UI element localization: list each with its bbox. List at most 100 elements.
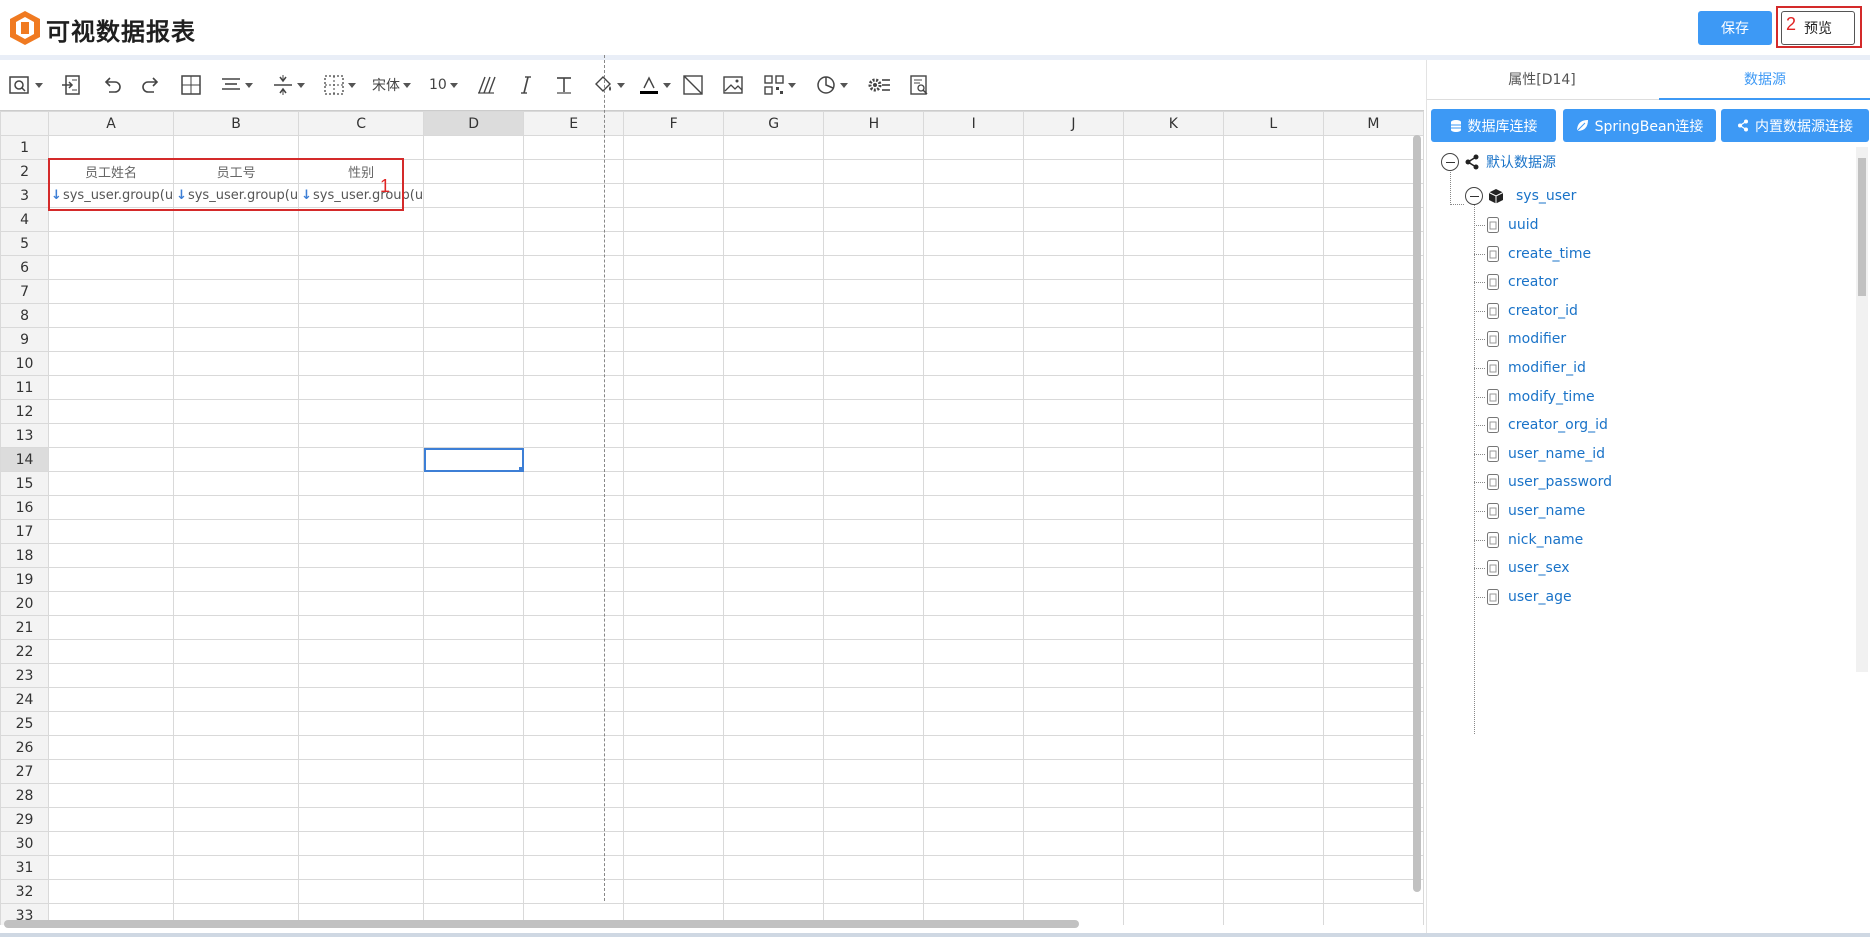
sheet-cell[interactable] <box>723 495 825 520</box>
sheet-cell[interactable] <box>523 591 625 616</box>
sheet-cell[interactable] <box>1322 615 1424 640</box>
sheet-cell[interactable] <box>1322 303 1424 328</box>
sheet-cell[interactable] <box>1122 903 1224 925</box>
sheet-cell[interactable] <box>923 879 1025 904</box>
sheet-cell[interactable] <box>1322 183 1424 208</box>
tree-field-item[interactable]: user_name_id <box>1487 443 1605 465</box>
header-cell[interactable]: 性别 <box>298 159 425 184</box>
sheet-cell[interactable] <box>523 399 625 424</box>
tree-field-item[interactable]: user_sex <box>1487 557 1569 579</box>
sheet-cell[interactable] <box>523 639 625 664</box>
sheet-cell[interactable] <box>823 183 925 208</box>
sheet-cell[interactable] <box>1222 207 1324 232</box>
sheet-cell[interactable] <box>298 327 425 352</box>
sheet-cell[interactable] <box>923 495 1025 520</box>
sheet-cell[interactable] <box>423 231 525 256</box>
sheet-cell[interactable] <box>423 207 525 232</box>
sheet-cell[interactable] <box>423 615 525 640</box>
undo-button[interactable] <box>101 72 123 98</box>
sheet-cell[interactable] <box>1222 399 1324 424</box>
sheet-cell[interactable] <box>823 759 925 784</box>
sheet-cell[interactable] <box>1322 903 1424 925</box>
sheet-cell[interactable] <box>623 639 725 664</box>
sheet-cell[interactable] <box>523 447 625 472</box>
sheet-cell[interactable] <box>48 807 175 832</box>
sheet-cell[interactable] <box>523 375 625 400</box>
sheet-cell[interactable] <box>1122 471 1224 496</box>
sheet-cell[interactable] <box>523 423 625 448</box>
sheet-cell[interactable] <box>1023 639 1124 664</box>
sheet-cell[interactable] <box>1322 351 1424 376</box>
sheet-cell[interactable] <box>1222 279 1324 304</box>
row-header[interactable]: 5 <box>0 231 50 256</box>
sheet-cell[interactable] <box>48 399 175 424</box>
sheet-cell[interactable] <box>623 519 725 544</box>
sheet-cell[interactable] <box>723 303 825 328</box>
sheet-cell[interactable] <box>923 159 1025 184</box>
row-header[interactable]: 9 <box>0 327 50 352</box>
sheet-cell[interactable] <box>298 519 425 544</box>
sheet-cell[interactable] <box>48 783 175 808</box>
sheet-cell[interactable] <box>1322 135 1424 160</box>
sheet-cell[interactable] <box>523 711 625 736</box>
grid-vertical-scrollbar[interactable] <box>1413 135 1421 892</box>
sheet-cell[interactable] <box>523 351 625 376</box>
sheet-cell[interactable] <box>1122 207 1224 232</box>
header-cell[interactable]: 员工姓名 <box>48 159 175 184</box>
sheet-cell[interactable] <box>298 687 425 712</box>
sheet-cell[interactable] <box>923 615 1025 640</box>
sheet-cell[interactable] <box>1322 255 1424 280</box>
sheet-cell[interactable] <box>823 543 925 568</box>
sheet-cell[interactable] <box>1322 399 1424 424</box>
sheet-cell[interactable] <box>423 519 525 544</box>
collapse-icon[interactable] <box>1465 187 1483 205</box>
sheet-cell[interactable] <box>298 663 425 688</box>
sheet-cell[interactable] <box>923 639 1025 664</box>
sheet-cell[interactable] <box>48 855 175 880</box>
sheet-cell[interactable] <box>523 471 625 496</box>
sheet-cell[interactable] <box>923 567 1025 592</box>
sheet-cell[interactable] <box>523 183 625 208</box>
sheet-cell[interactable] <box>1122 615 1224 640</box>
sheet-cell[interactable] <box>523 663 625 688</box>
sheet-cell[interactable] <box>823 495 925 520</box>
sheet-cell[interactable] <box>298 471 425 496</box>
sheet-cell[interactable] <box>1322 231 1424 256</box>
tree-field-item[interactable]: modifier <box>1487 328 1566 350</box>
sheet-cell[interactable] <box>1023 807 1124 832</box>
sheet-cell[interactable] <box>298 591 425 616</box>
sheet-cell[interactable] <box>1023 327 1124 352</box>
row-header[interactable]: 27 <box>0 759 50 784</box>
insert-image-button[interactable] <box>722 72 744 98</box>
row-header[interactable]: 21 <box>0 615 50 640</box>
sheet-cell[interactable] <box>823 231 925 256</box>
sheet-cell[interactable] <box>723 639 825 664</box>
sheet-cell[interactable] <box>298 711 425 736</box>
sheet-cell[interactable] <box>1222 471 1324 496</box>
column-header[interactable]: L <box>1222 111 1324 136</box>
tab-datasource[interactable]: 数据源 <box>1659 60 1870 100</box>
sheet-cell[interactable] <box>623 687 725 712</box>
row-header[interactable]: 16 <box>0 495 50 520</box>
row-header[interactable]: 15 <box>0 471 50 496</box>
column-header[interactable]: C <box>298 111 425 136</box>
sheet-cell[interactable] <box>48 375 175 400</box>
sheet-cell[interactable] <box>423 759 525 784</box>
sheet-cell[interactable] <box>1122 303 1224 328</box>
sheet-cell[interactable] <box>923 375 1025 400</box>
sheet-cell[interactable] <box>1222 567 1324 592</box>
sheet-cell[interactable] <box>1222 687 1324 712</box>
sheet-cell[interactable] <box>423 855 525 880</box>
sheet-cell[interactable] <box>1122 399 1224 424</box>
tree-field-item[interactable]: creator_org_id <box>1487 414 1608 436</box>
sheet-cell[interactable] <box>1122 519 1224 544</box>
sheet-cell[interactable] <box>823 447 925 472</box>
sheet-cell[interactable] <box>173 375 300 400</box>
save-button[interactable]: 保存 <box>1698 11 1772 45</box>
sheet-cell[interactable] <box>523 567 625 592</box>
sheet-cell[interactable] <box>1322 423 1424 448</box>
sheet-cell[interactable] <box>423 303 525 328</box>
sheet-cell[interactable] <box>298 375 425 400</box>
sheet-cell[interactable] <box>1322 543 1424 568</box>
sheet-cell[interactable] <box>1122 711 1224 736</box>
